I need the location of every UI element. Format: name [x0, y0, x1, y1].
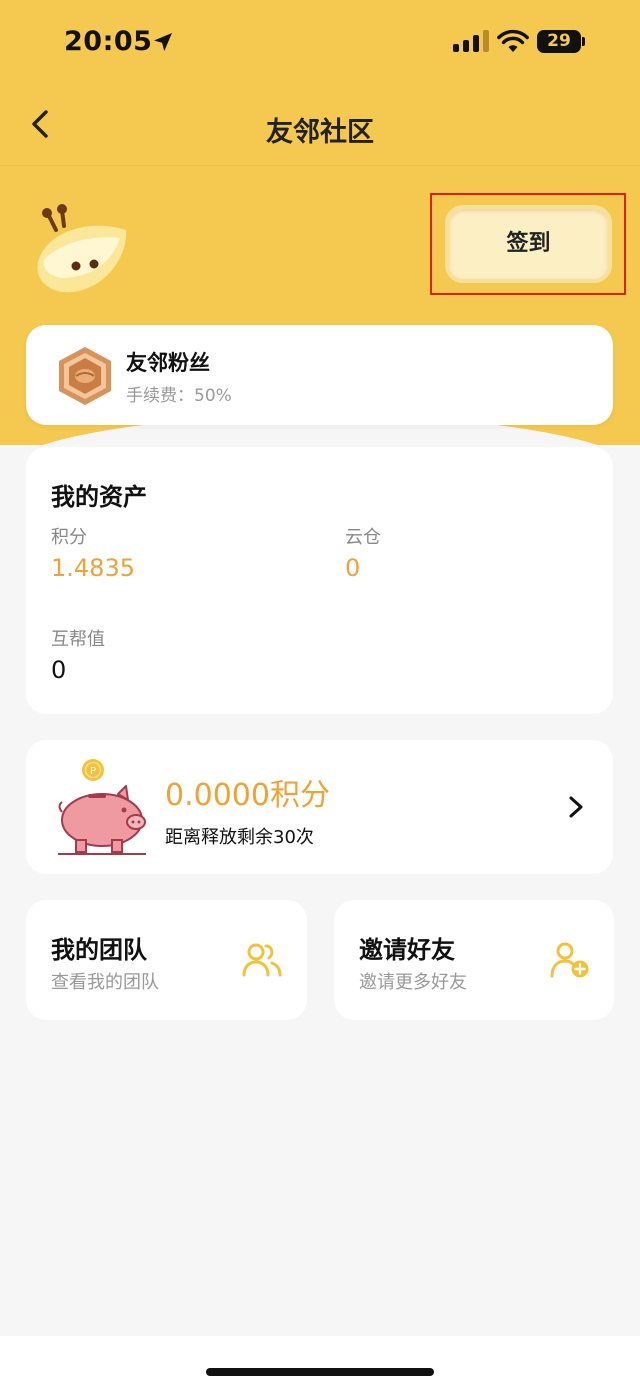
hexagon-badge-icon — [59, 347, 111, 405]
member-fee-text: 手续费：50% — [126, 386, 232, 406]
bottom-safe-area — [0, 1336, 640, 1387]
member-level-title: 友邻粉丝 — [126, 351, 210, 375]
add-user-icon — [550, 942, 589, 978]
battery-tip — [582, 37, 585, 46]
piggy-bank-icon: P — [58, 759, 146, 855]
chevron-right-icon[interactable] — [562, 792, 590, 822]
points-label: 积分 — [51, 527, 87, 548]
status-time: 20:05 — [64, 26, 153, 57]
location-arrow-icon — [154, 33, 172, 51]
mutual-help-value: 0 — [51, 656, 67, 684]
wifi-icon — [497, 29, 529, 52]
assets-title: 我的资产 — [51, 483, 147, 511]
home-indicator[interactable] — [206, 1368, 434, 1376]
invite-friends-tile[interactable]: 邀请好友 邀请更多好友 — [334, 900, 614, 1020]
nav-bar: 友邻社区 — [0, 88, 640, 166]
my-team-subtitle: 查看我的团队 — [51, 972, 159, 993]
sign-in-button[interactable]: 签到 — [445, 205, 612, 283]
points-release-card[interactable]: P 0.0000积分 距离释放剩余30次 — [26, 740, 613, 874]
battery-icon: 29 — [537, 30, 581, 53]
cloud-warehouse-label: 云仓 — [345, 527, 381, 548]
status-bar: 20:05 29 — [0, 0, 640, 88]
my-team-title: 我的团队 — [51, 936, 147, 964]
my-assets-card: 我的资产 积分 1.4835 云仓 0 互帮值 0 — [26, 447, 613, 714]
mutual-help-label: 互帮值 — [51, 629, 105, 650]
release-points-amount: 0.0000积分 — [165, 778, 330, 813]
invite-friends-title: 邀请好友 — [359, 936, 455, 964]
invite-friends-subtitle: 邀请更多好友 — [359, 972, 467, 993]
bee-mascot-icon — [37, 204, 127, 293]
release-remaining-text: 距离释放剩余30次 — [165, 827, 314, 848]
page-title: 友邻社区 — [266, 117, 374, 148]
my-team-tile[interactable]: 我的团队 查看我的团队 — [26, 900, 307, 1020]
cellular-signal-icon — [453, 30, 489, 52]
points-value: 1.4835 — [51, 554, 135, 582]
svg-text:P: P — [90, 766, 96, 777]
users-icon — [242, 943, 282, 977]
member-level-card: 友邻粉丝 手续费：50% — [26, 325, 613, 425]
cloud-warehouse-value: 0 — [345, 554, 361, 582]
